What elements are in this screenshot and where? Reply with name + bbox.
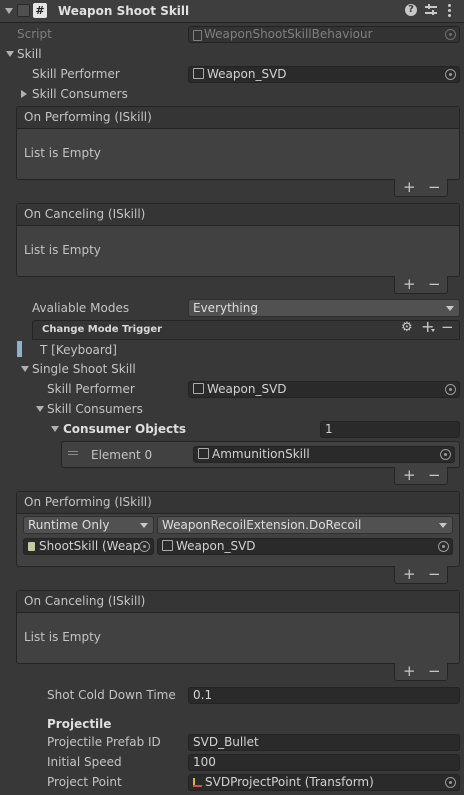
- binding-item[interactable]: T [Keyboard]: [40, 342, 117, 358]
- script-file-icon: [193, 30, 202, 41]
- help-icon[interactable]: ?: [405, 4, 417, 16]
- list-remove-button[interactable]: −: [428, 565, 441, 583]
- chevron-down-icon: [140, 523, 148, 528]
- on-canceling-title: On Canceling (ISkill): [24, 207, 146, 221]
- consumer-objects-foldout-arrow[interactable]: [51, 426, 59, 432]
- initial-speed-label: Initial Speed: [47, 755, 122, 769]
- list-empty-text: List is Empty: [24, 146, 101, 160]
- list-add-remove: + −: [394, 662, 448, 681]
- available-modes-label: Avaliable Modes: [32, 301, 130, 315]
- list-add-remove: + −: [394, 466, 448, 485]
- gameobject-icon: [162, 540, 173, 551]
- add-binding-icon[interactable]: +: [421, 319, 434, 335]
- skill-label: Skill: [17, 47, 42, 61]
- listener-target-field[interactable]: ShootSkill (Weap: [23, 538, 154, 555]
- enable-checkbox[interactable]: [17, 4, 30, 17]
- available-modes-dropdown[interactable]: Everything: [188, 299, 460, 317]
- transform-icon: [193, 778, 202, 787]
- list-remove-button[interactable]: −: [428, 466, 441, 484]
- more-menu-icon[interactable]: [448, 2, 452, 18]
- list-add-button[interactable]: +: [403, 565, 416, 583]
- drag-handle-icon[interactable]: [68, 451, 78, 452]
- list-add-remove: + −: [394, 178, 448, 197]
- add-binding-dropdown-icon: [431, 329, 435, 332]
- gameobject-icon: [193, 68, 204, 79]
- runtime-mode-dropdown[interactable]: Runtime Only: [23, 516, 154, 534]
- listener-argument-field[interactable]: Weapon_SVD: [157, 538, 453, 555]
- script-label: Script: [17, 27, 52, 41]
- object-picker-icon: [445, 29, 456, 40]
- list-remove-button[interactable]: −: [428, 275, 441, 293]
- binding-selection-marker: [17, 341, 22, 357]
- skill-performer-label: Skill Performer: [32, 67, 120, 81]
- single-on-canceling-event: On Canceling (ISkill) List is Empty: [16, 590, 460, 664]
- initial-speed-field[interactable]: 100: [188, 754, 460, 771]
- list-add-button[interactable]: +: [403, 178, 416, 196]
- projectile-prefab-label: Projectile Prefab ID: [47, 735, 161, 749]
- function-dropdown[interactable]: WeaponRecoilExtension.DoRecoil: [157, 516, 453, 534]
- single-shoot-foldout-arrow[interactable]: [21, 366, 29, 372]
- skill-performer-field[interactable]: Weapon_SVD: [188, 66, 460, 83]
- project-point-label: Project Point: [47, 775, 122, 789]
- list-remove-button[interactable]: −: [428, 662, 441, 680]
- gear-icon[interactable]: ⚙: [401, 321, 413, 335]
- change-mode-trigger-title: Change Mode Trigger: [42, 324, 163, 335]
- on-performing-event: On Performing (ISkill) List is Empty: [16, 106, 460, 180]
- component-foldout-arrow[interactable]: [5, 8, 13, 14]
- skill-consumers-label: Skill Consumers: [32, 87, 128, 101]
- single-skill-performer-label: Skill Performer: [47, 382, 135, 396]
- chevron-down-icon: [446, 306, 454, 311]
- element-0-field[interactable]: AmmunitionSkill: [193, 446, 455, 463]
- single-on-canceling-title: On Canceling (ISkill): [24, 594, 146, 608]
- script-field: WeaponShootSkillBehaviour: [188, 26, 460, 43]
- script-hash-icon: #: [33, 3, 47, 18]
- project-point-field[interactable]: SVDProjectPoint (Transform): [188, 774, 460, 791]
- consumer-objects-list: Element 0 AmmunitionSkill: [61, 441, 460, 468]
- single-consumers-foldout-arrow[interactable]: [36, 406, 44, 412]
- object-picker-icon[interactable]: [445, 69, 456, 80]
- skill-foldout-arrow[interactable]: [6, 51, 14, 57]
- on-performing-title: On Performing (ISkill): [24, 110, 152, 124]
- projectile-header: Projectile: [47, 717, 112, 731]
- object-picker-icon[interactable]: [438, 541, 449, 552]
- gameobject-icon: [193, 383, 204, 394]
- single-on-performing-title: On Performing (ISkill): [24, 495, 152, 509]
- list-add-button[interactable]: +: [403, 662, 416, 680]
- projectile-prefab-field[interactable]: SVD_Bullet: [188, 734, 460, 751]
- object-picker-icon[interactable]: [445, 777, 456, 788]
- list-add-button[interactable]: +: [403, 275, 416, 293]
- preset-icon[interactable]: [425, 3, 437, 17]
- script-file-icon: [28, 542, 35, 551]
- object-picker-icon[interactable]: [139, 541, 150, 552]
- shot-cold-down-field[interactable]: 0.1: [188, 687, 460, 704]
- on-canceling-event: On Canceling (ISkill) List is Empty: [16, 203, 460, 277]
- list-empty-text: List is Empty: [24, 630, 101, 644]
- shot-cold-down-label: Shot Cold Down Time: [47, 688, 176, 702]
- list-empty-text: List is Empty: [24, 243, 101, 257]
- skill-consumers-foldout-arrow[interactable]: [21, 90, 27, 98]
- list-add-remove: + −: [394, 275, 448, 294]
- object-picker-icon[interactable]: [445, 384, 456, 395]
- list-add-remove: + −: [394, 565, 448, 584]
- single-skill-performer-field[interactable]: Weapon_SVD: [188, 381, 460, 398]
- gameobject-icon: [198, 448, 209, 459]
- consumer-objects-label: Consumer Objects: [63, 422, 187, 436]
- consumer-objects-count[interactable]: 1: [320, 421, 460, 438]
- single-shoot-skill-label: Single Shoot Skill: [32, 362, 136, 376]
- single-skill-consumers-label: Skill Consumers: [47, 402, 143, 416]
- component-title: Weapon Shoot Skill: [58, 4, 190, 18]
- object-picker-icon[interactable]: [440, 449, 451, 460]
- chevron-down-icon: [439, 523, 447, 528]
- list-add-button[interactable]: +: [403, 466, 416, 484]
- list-remove-button[interactable]: −: [428, 178, 441, 196]
- element-0-label: Element 0: [91, 448, 153, 462]
- remove-binding-icon[interactable]: −: [441, 319, 454, 335]
